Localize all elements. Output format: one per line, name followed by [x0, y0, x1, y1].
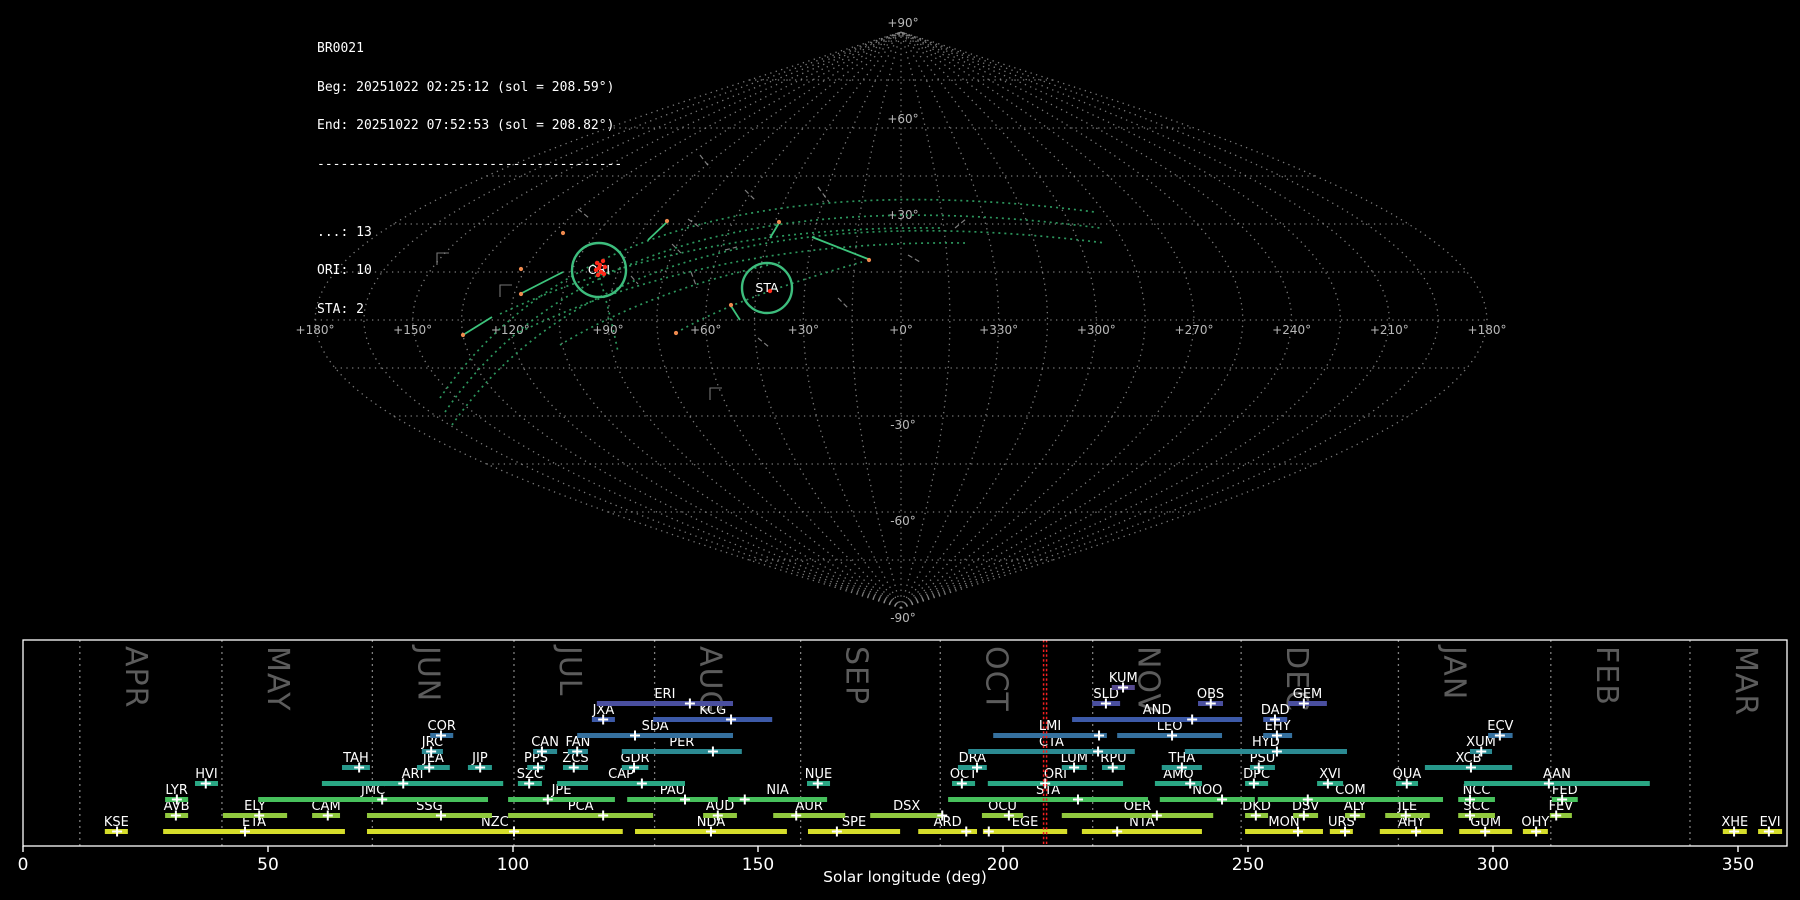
map-lon-label: +330° [979, 323, 1018, 337]
shower-label-eri: ERI [654, 687, 675, 702]
sporadic-meteor-track [837, 297, 850, 310]
month-label-sep: SEP [839, 646, 874, 705]
meteor-endpoint-dot [728, 302, 734, 308]
map-lon-label: +0° [889, 323, 913, 337]
shower-max-marker-ege [983, 826, 994, 837]
month-label-apr: APR [118, 646, 153, 708]
map-meridian [656, 31, 902, 609]
station-id: BR0021 [317, 40, 364, 56]
shower-label-lmi: LMI [1039, 719, 1061, 734]
sporadic-meteor-track [744, 189, 757, 202]
count-ori: ORI: 10 [317, 263, 372, 279]
shower-label-tah: TAH [342, 751, 369, 766]
x-axis-tick-label: 200 [987, 855, 1019, 875]
count-sta: STA: 2 [317, 301, 364, 317]
sporadic-meteor-track [757, 337, 770, 348]
shower-max-marker-per [707, 746, 718, 757]
meteor-counts: ...: 13 ORI: 10 STA: 2 [317, 201, 622, 343]
activity-chart: APR MAY JUN JUL AUG SEP OCT NOV DEC JAN FEB MARKSE E… [18, 639, 1788, 886]
session-end: End: 20251022 07:52:53 (sol = 208.82°) [317, 118, 615, 134]
map-lat-label: +90° [887, 16, 918, 30]
radiant-label-sta: STA [755, 280, 779, 295]
count-sporadic: ...: 13 [317, 224, 372, 240]
shower-max-marker-cap [636, 778, 647, 789]
map-lat-label: -30° [890, 418, 916, 432]
shower-label-dsx: DSX [893, 799, 920, 814]
sporadic-meteor-track [817, 186, 830, 203]
meteor-endpoint-dot [776, 219, 782, 225]
shower-max-marker-nia [739, 794, 750, 805]
x-axis-tick-label: 350 [1722, 855, 1754, 875]
month-label-may: MAY [260, 646, 295, 711]
map-meridian [900, 31, 1390, 609]
separator: --------------------------------------- [317, 156, 623, 172]
map-lon-label: +270° [1175, 323, 1214, 337]
shower-label-aan: AAN [1543, 767, 1571, 782]
shower-label-and: AND [1143, 703, 1172, 718]
radiant-point-dot [767, 288, 773, 294]
map-lat-label: +30° [887, 208, 918, 222]
shower-max-marker-nta [1112, 826, 1123, 837]
shower-label-spe: SPE [842, 815, 866, 830]
x-axis-tick-label: 0 [18, 855, 29, 875]
sporadic-meteor-track [630, 275, 639, 285]
sporadic-meteor-track [907, 254, 921, 263]
map-lon-label: +240° [1272, 323, 1311, 337]
shower-label-gem: GEM [1293, 687, 1323, 702]
month-label-jan: JAN [1436, 644, 1471, 700]
shower-label-can: CAN [531, 735, 559, 750]
x-axis-title: Solar longitude (deg) [823, 868, 987, 886]
info-panel: BR0021 Beg: 20251022 02:25:12 (sol = 208… [317, 17, 622, 356]
figure-canvas: +180° +150° +120° +90° +60° +30° +0° +330° +300°… [18, 16, 1788, 886]
session-begin: Beg: 20251022 02:25:12 (sol = 208.59°) [317, 79, 615, 95]
x-axis-tick-label: 150 [742, 855, 774, 875]
map-lon-label: +60° [690, 323, 721, 337]
x-axis-tick-label: 250 [1232, 855, 1264, 875]
meteor-endpoint-dot [866, 257, 872, 263]
map-meridian [900, 31, 1097, 609]
x-axis-tick-label: 100 [497, 855, 529, 875]
shower-label-evi: EVI [1760, 815, 1781, 830]
shower-max-marker-sda [630, 730, 641, 741]
shower-max-marker-nzc [508, 826, 519, 837]
x-axis-tick-label: 50 [257, 855, 279, 875]
month-label-mar: MAR [1728, 646, 1763, 716]
shower-max-marker-lmi [1094, 730, 1105, 741]
shower-label-xvi: XVI [1319, 767, 1341, 782]
meteor-endpoint-dot [664, 218, 670, 224]
month-label-feb: FEB [1589, 646, 1624, 706]
shower-max-marker-sta [1072, 794, 1083, 805]
x-axis-tick-label: 300 [1477, 855, 1509, 875]
shower-max-marker-ard [961, 826, 972, 837]
shower-max-marker-kcg [726, 714, 737, 725]
map-meridian [900, 31, 1439, 609]
map-lat-label: -60° [890, 514, 916, 528]
shower-max-marker-and [1187, 714, 1198, 725]
meteor-endpoint-dot [673, 330, 679, 336]
month-label-jul: JUL [552, 644, 587, 697]
map-lon-label: +210° [1370, 323, 1409, 337]
month-label-oct: OCT [978, 646, 1013, 712]
meteor-track-segment [647, 221, 668, 241]
map-lon-label: +30° [788, 323, 819, 337]
shower-max-marker-pca [598, 810, 609, 821]
month-label-jun: JUN [410, 644, 445, 702]
map-lon-label: +180° [1468, 323, 1507, 337]
map-meridian [705, 31, 902, 609]
shower-max-marker-spe [831, 826, 842, 837]
meteor-track-segment [730, 305, 741, 321]
map-lat-label: -90° [890, 611, 916, 625]
shower-label-nia: NIA [766, 783, 789, 798]
sporadic-meteor-track [699, 154, 711, 169]
map-lon-label: +300° [1077, 323, 1116, 337]
map-lat-label: +60° [887, 112, 918, 126]
meteor-track-segment [811, 236, 869, 260]
map-meridian [900, 31, 1244, 609]
